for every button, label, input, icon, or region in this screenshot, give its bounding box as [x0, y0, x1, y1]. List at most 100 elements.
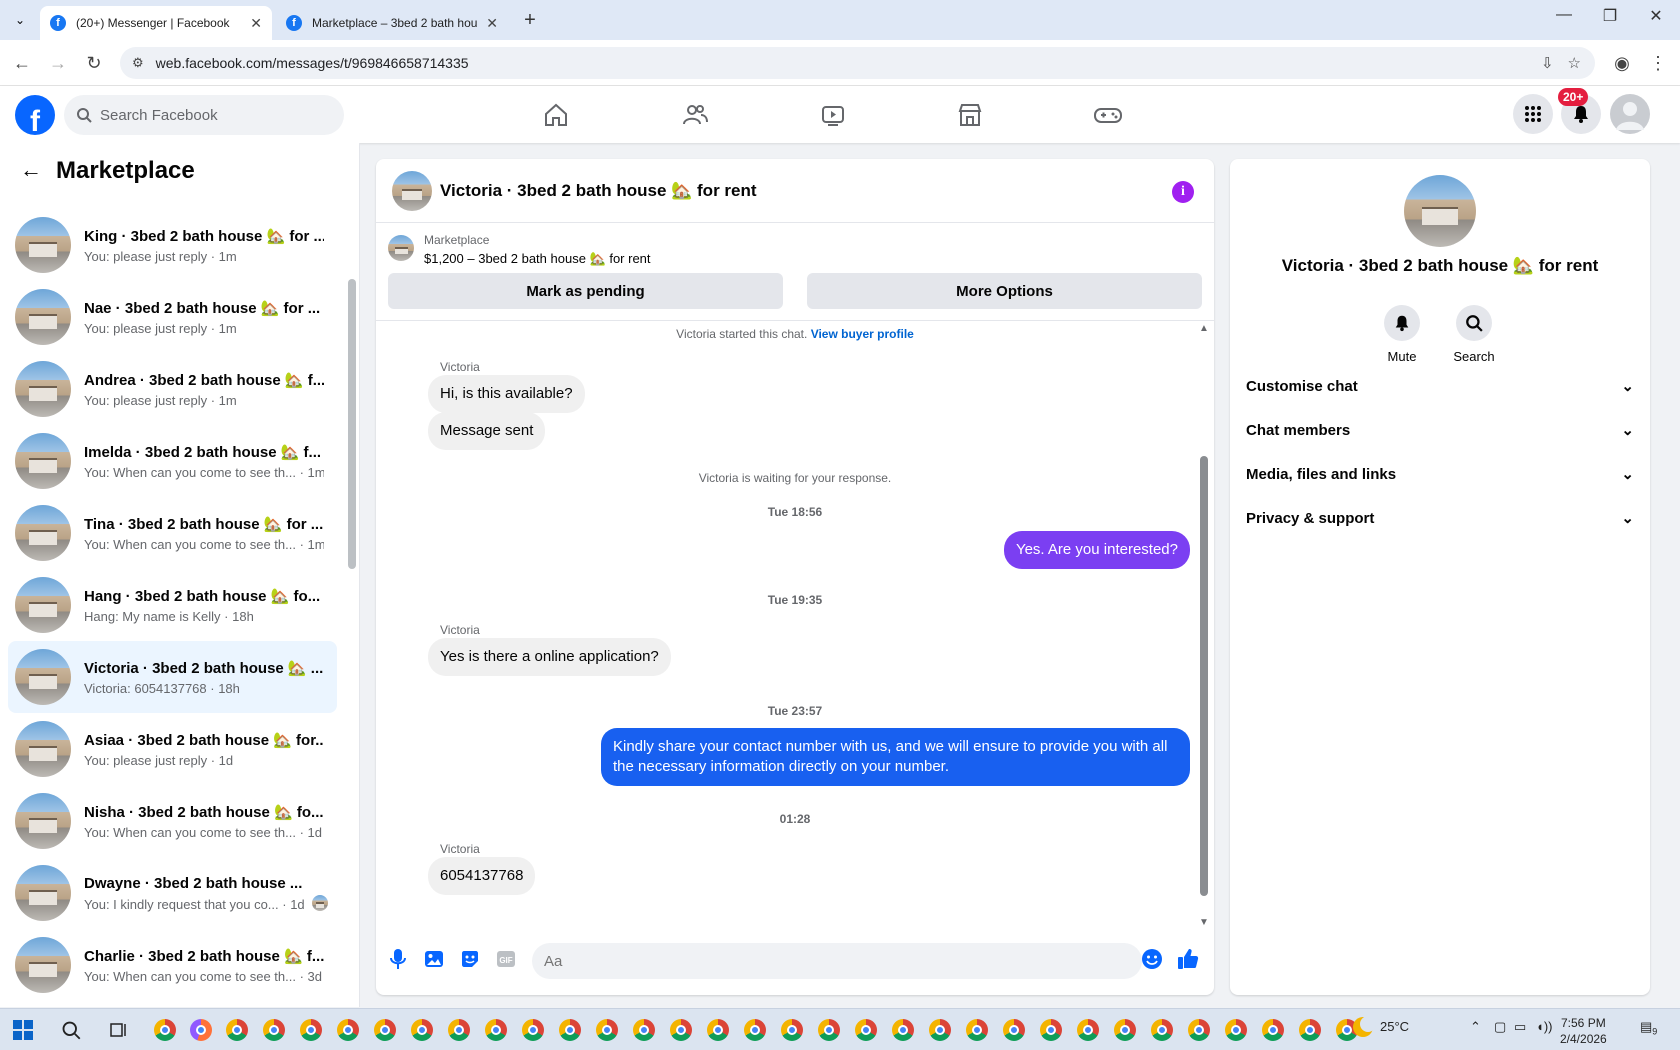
chrome-taskbar-icon[interactable] [557, 1017, 583, 1043]
conversation-item[interactable]: Nae · 3bed 2 bath house 🏡 for ... You: pl… [8, 281, 337, 353]
conversation-item[interactable]: Tina · 3bed 2 bath house 🏡 for ... You: W… [8, 497, 337, 569]
chrome-taskbar-icon[interactable] [927, 1017, 953, 1043]
home-icon[interactable] [536, 96, 576, 134]
chrome-taskbar-icon[interactable] [1186, 1017, 1212, 1043]
listing-thumbnail[interactable] [388, 235, 414, 261]
close-window-button[interactable]: ✕ [1636, 6, 1676, 26]
weather-icon[interactable] [1350, 1014, 1376, 1043]
chrome-taskbar-icon[interactable] [1038, 1017, 1064, 1043]
chrome-taskbar-icon[interactable] [668, 1017, 694, 1043]
video-icon[interactable] [813, 96, 853, 134]
conversation-item[interactable]: Imelda · 3bed 2 bath house 🏡 f... You: Wh… [8, 425, 337, 497]
tray-chevron-icon[interactable]: ⌃ [1470, 1019, 1481, 1035]
chrome-taskbar-icon[interactable] [742, 1017, 768, 1043]
chrome-taskbar-icon[interactable] [890, 1017, 916, 1043]
chrome-taskbar-icon[interactable] [1149, 1017, 1175, 1043]
incoming-message[interactable]: Hi, is this available? [428, 375, 585, 413]
microphone-icon[interactable] [386, 947, 410, 971]
weather-temperature[interactable]: 25°C [1380, 1019, 1409, 1034]
reload-button[interactable]: ↻ [82, 51, 106, 75]
conversation-item[interactable]: Asiaa · 3bed 2 bath house 🏡 for... You: p… [8, 713, 337, 785]
marketplace-icon[interactable] [950, 96, 990, 134]
chrome-taskbar-icon[interactable] [335, 1017, 361, 1043]
chrome-taskbar-icon[interactable] [520, 1017, 546, 1043]
taskbar-clock[interactable]: 7:56 PM 2/4/2026 [1560, 1015, 1607, 1047]
tab-messenger[interactable]: f (20+) Messenger | Facebook ✕ [40, 6, 272, 40]
conversation-item[interactable]: Andrea · 3bed 2 bath house 🏡 f... You: pl… [8, 353, 337, 425]
conversation-item[interactable]: Nisha · 3bed 2 bath house 🏡 fo... You: Wh… [8, 785, 337, 857]
customise-chat-section[interactable]: Customise chat ⌄ [1246, 365, 1634, 407]
chrome-taskbar-icon[interactable] [853, 1017, 879, 1043]
notification-center-icon[interactable]: ▤9 [1640, 1019, 1657, 1037]
search-facebook-input[interactable]: Search Facebook [64, 95, 344, 135]
volume-icon[interactable]: ◖)) [1536, 1019, 1553, 1034]
windows-start-icon[interactable] [10, 1017, 36, 1043]
chrome-taskbar-icon[interactable] [1260, 1017, 1286, 1043]
gaming-icon[interactable] [1088, 96, 1128, 134]
close-tab-icon[interactable]: ✕ [250, 15, 262, 32]
view-buyer-profile-link[interactable]: View buyer profile [811, 327, 914, 341]
info-icon[interactable]: i [1172, 181, 1194, 203]
message-text-field[interactable] [532, 943, 1092, 979]
chrome-taskbar-icon[interactable] [152, 1017, 178, 1043]
tab-marketplace[interactable]: f Marketplace – 3bed 2 bath hou ✕ [276, 6, 508, 40]
chat-title[interactable]: Victoria · 3bed 2 bath house 🏡 for rent [440, 181, 757, 201]
privacy-support-section[interactable]: Privacy & support ⌄ [1246, 497, 1634, 539]
incoming-message[interactable]: 6054137768 [428, 857, 536, 895]
chrome-taskbar-icon[interactable] [779, 1017, 805, 1043]
chrome-taskbar-icon[interactable] [483, 1017, 509, 1043]
chrome-taskbar-icon[interactable] [1223, 1017, 1249, 1043]
mute-button[interactable]: Mute [1366, 305, 1438, 364]
chrome-taskbar-icon[interactable] [224, 1017, 250, 1043]
new-tab-button[interactable]: + [518, 8, 542, 32]
outgoing-message[interactable]: Kindly share your contact number with us… [601, 728, 1190, 786]
forward-button[interactable]: → [46, 51, 70, 75]
listing-title[interactable]: $1,200 – 3bed 2 bath house 🏡 for rent [424, 251, 651, 267]
taskbar-search-icon[interactable] [58, 1017, 84, 1043]
emoji-icon[interactable] [1140, 947, 1164, 971]
conversation-item-active[interactable]: Victoria · 3bed 2 bath house 🏡 ... Victor… [8, 641, 337, 713]
chrome-taskbar-icon[interactable] [1297, 1017, 1323, 1043]
chrome-taskbar-icon[interactable] [261, 1017, 287, 1043]
minimize-button[interactable]: — [1544, 6, 1584, 24]
task-view-icon[interactable] [106, 1017, 132, 1043]
chat-avatar[interactable] [392, 171, 432, 211]
bookmark-star-icon[interactable]: ☆ [1568, 54, 1581, 72]
chrome-taskbar-icon[interactable] [964, 1017, 990, 1043]
conversation-item[interactable]: King · 3bed 2 bath house 🏡 for ... You: p… [8, 209, 337, 281]
site-info-icon[interactable]: ⚙ [132, 55, 144, 71]
mark-as-pending-button[interactable]: Mark as pending [388, 273, 783, 309]
facebook-logo[interactable]: f [15, 95, 55, 135]
chrome-taskbar-icon[interactable] [409, 1017, 435, 1043]
chrome-taskbar-icon[interactable] [1112, 1017, 1138, 1043]
sticker-icon[interactable] [458, 947, 482, 971]
sidebar-scrollbar[interactable] [348, 279, 356, 569]
gif-icon[interactable]: GIF [494, 947, 518, 971]
chrome-taskbar-icon[interactable] [594, 1017, 620, 1043]
incoming-message[interactable]: Yes is there a online application? [428, 638, 671, 676]
chrome-taskbar-icon[interactable] [1075, 1017, 1101, 1043]
thumbs-up-icon[interactable] [1176, 947, 1200, 971]
close-tab-icon[interactable]: ✕ [486, 15, 498, 32]
conversation-item[interactable]: Dwayne · 3bed 2 bath house ... You: I kin… [8, 857, 337, 929]
browser-menu-icon[interactable]: ⋮ [1646, 51, 1670, 75]
install-app-icon[interactable]: ⇩ [1541, 54, 1554, 72]
network-icon[interactable]: ▭ [1514, 1019, 1526, 1035]
outgoing-message[interactable]: Yes. Are you interested? [1003, 531, 1190, 569]
scroll-down-arrow-icon[interactable]: ▼ [1199, 917, 1209, 928]
chrome-taskbar-icon[interactable] [372, 1017, 398, 1043]
chat-members-section[interactable]: Chat members ⌄ [1246, 409, 1634, 451]
account-avatar[interactable] [1610, 94, 1650, 134]
tray-app-icon[interactable]: ▢ [1494, 1019, 1506, 1035]
profile-icon[interactable]: ◉ [1610, 51, 1634, 75]
message-input[interactable] [532, 943, 1142, 979]
chrome-taskbar-icon[interactable] [446, 1017, 472, 1043]
info-avatar[interactable] [1404, 175, 1476, 247]
firefox-taskbar-icon[interactable] [188, 1017, 214, 1043]
chrome-taskbar-icon[interactable] [705, 1017, 731, 1043]
address-bar[interactable]: ⚙ web.facebook.com/messages/t/9698466587… [120, 47, 1595, 79]
media-files-links-section[interactable]: Media, files and links ⌄ [1246, 453, 1634, 495]
tab-search-icon[interactable]: ⌄ [8, 8, 32, 32]
chrome-taskbar-icon[interactable] [1001, 1017, 1027, 1043]
chrome-taskbar-icon[interactable] [298, 1017, 324, 1043]
